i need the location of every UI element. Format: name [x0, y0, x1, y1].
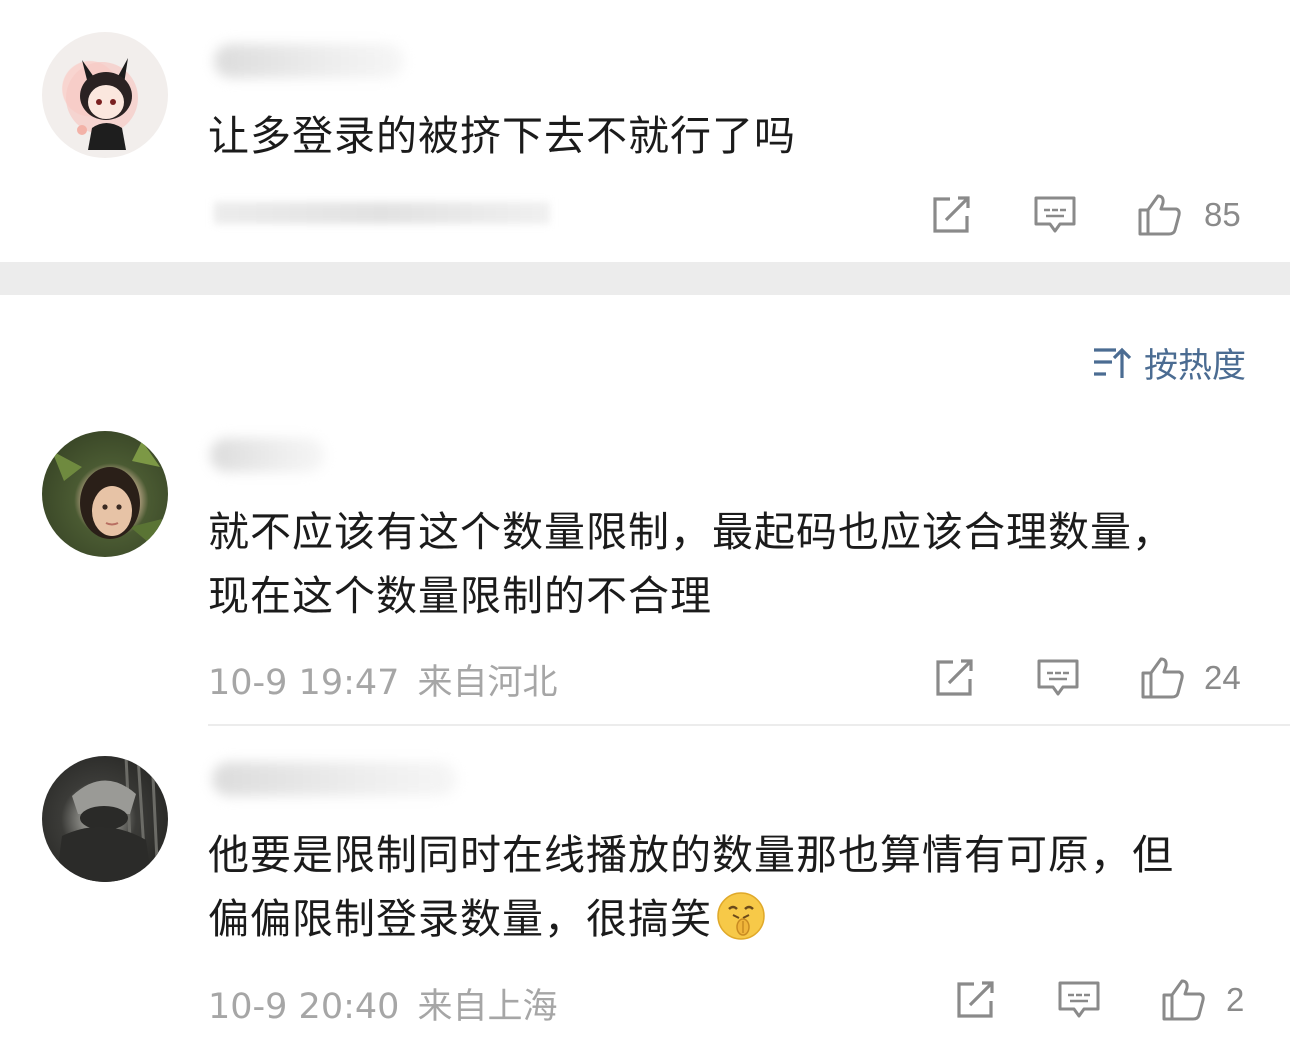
comment-actions: 2	[952, 977, 1252, 1025]
comment-meta: 10-9 20:40 来自上海	[208, 978, 557, 1029]
avatar-photo	[52, 441, 162, 547]
comment-line: 就不应该有这个数量限制，最起码也应该合理数量，	[208, 508, 1174, 556]
sort-by-hot-button[interactable]: 按热度	[1092, 338, 1246, 387]
comment-divider	[208, 724, 1290, 726]
avatar[interactable]	[42, 756, 168, 882]
comment-line: 现在这个数量限制的不合理	[208, 572, 712, 620]
comment-actions: 85	[928, 192, 1248, 240]
like-count: 2	[1226, 981, 1245, 1018]
comment-line: 他要是限制同时在线播放的数量那也算情有可原，但	[208, 831, 1174, 879]
comment-text: 就不应该有这个数量限制，最起码也应该合理数量， 现在这个数量限制的不合理	[208, 500, 1174, 628]
comment-time: 10-9 19:47	[208, 663, 400, 703]
share-icon[interactable]	[928, 192, 974, 238]
avatar[interactable]	[42, 431, 168, 557]
like-icon[interactable]	[1139, 655, 1185, 701]
sort-label: 按热度	[1144, 346, 1246, 386]
avatar[interactable]	[42, 32, 168, 158]
username-redacted	[212, 762, 457, 796]
comment-icon[interactable]	[1056, 977, 1102, 1023]
avatar-photo	[56, 756, 160, 882]
comment-line: 偏偏限制登录数量，很搞笑	[208, 895, 712, 943]
comment-time: 10-9 20:40	[208, 987, 400, 1027]
share-icon[interactable]	[931, 655, 977, 701]
comment-text: 他要是限制同时在线播放的数量那也算情有可原，但 偏偏限制登录数量，很搞笑	[208, 823, 1174, 951]
comment-text: 让多登录的被挤下去不就行了吗	[208, 104, 796, 168]
like-count: 85	[1204, 196, 1241, 233]
comment-line: 让多登录的被挤下去不就行了吗	[208, 112, 796, 160]
comment-icon[interactable]	[1032, 192, 1078, 238]
section-divider	[0, 262, 1290, 295]
comment-line-with-emoji: 偏偏限制登录数量，很搞笑	[208, 887, 1174, 951]
shush-face-emoji	[717, 892, 765, 940]
comment-actions: 24	[931, 655, 1251, 703]
like-icon[interactable]	[1136, 192, 1182, 238]
meta-redacted	[214, 202, 550, 224]
comment-location: 来自河北	[417, 663, 558, 703]
sort-icon	[1094, 347, 1132, 378]
username-redacted	[210, 438, 325, 472]
share-icon[interactable]	[952, 977, 998, 1023]
like-icon[interactable]	[1160, 977, 1206, 1023]
comment-location: 来自上海	[417, 987, 558, 1027]
comment-page: 让多登录的被挤下去不就行了吗 85 按热度 就不应该有这个数量限制，最起码也应该…	[0, 0, 1290, 1039]
comment-meta: 10-9 19:47 来自河北	[208, 654, 557, 705]
avatar-illustration	[66, 58, 138, 150]
comment-icon[interactable]	[1035, 655, 1081, 701]
username-redacted	[214, 44, 404, 78]
like-count: 24	[1204, 659, 1241, 696]
